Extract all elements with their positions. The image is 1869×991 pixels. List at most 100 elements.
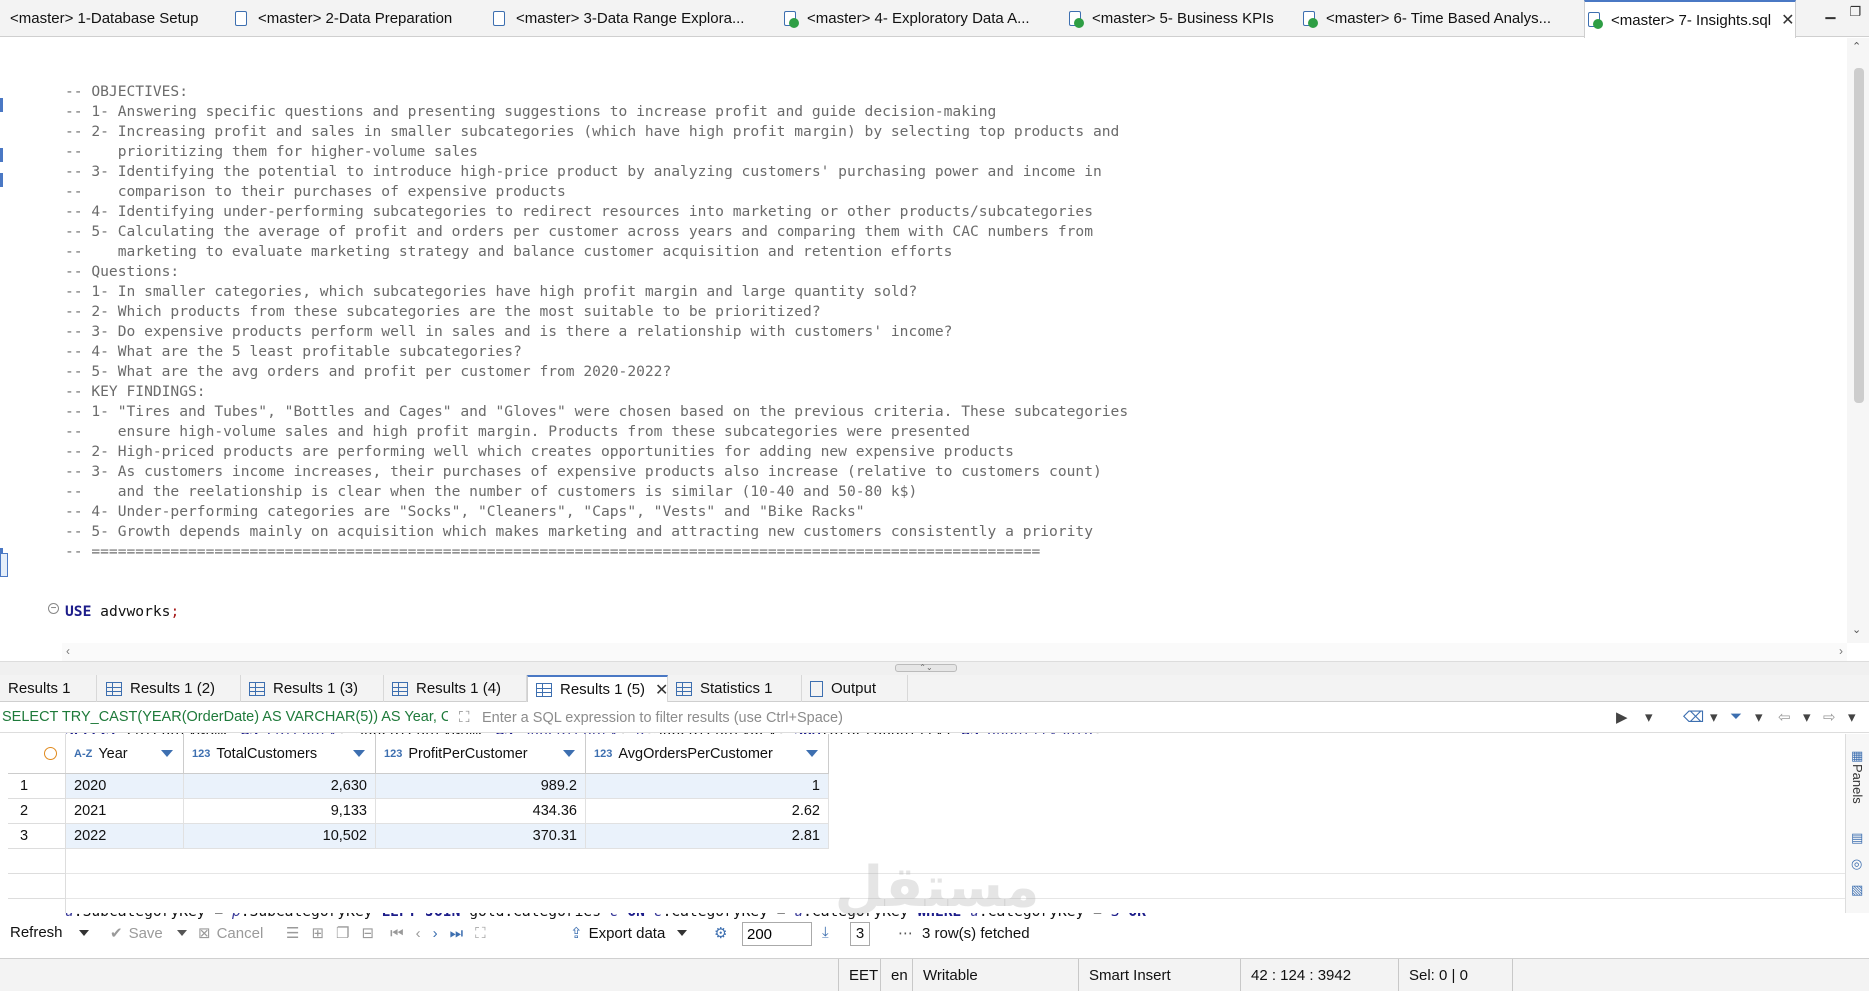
table-cell[interactable]: 2.62 bbox=[586, 799, 829, 824]
scroll-thumb[interactable] bbox=[1854, 68, 1864, 403]
table-cell[interactable]: 370.31 bbox=[376, 824, 586, 849]
sort-icon[interactable] bbox=[161, 750, 173, 757]
tab-results-1-3[interactable]: Results 1 (3) bbox=[241, 675, 384, 702]
delete-row-icon[interactable]: ⊟ bbox=[361, 924, 374, 942]
scroll-up-icon[interactable]: ⌃ bbox=[1852, 40, 1861, 53]
chevron-down-icon[interactable] bbox=[176, 930, 187, 936]
prev-page-icon[interactable]: ‹ bbox=[416, 925, 421, 942]
row-number[interactable]: 3 bbox=[8, 824, 66, 849]
chevron-down-icon[interactable] bbox=[677, 930, 688, 936]
column-header-avgorderspercustomer[interactable]: 123 AvgOrdersPerCustomer bbox=[586, 734, 829, 774]
fetch-all-icon[interactable]: ⛶ bbox=[475, 925, 486, 942]
tab-exploratory-data-analysis[interactable]: <master> 4- Exploratory Data A... bbox=[783, 0, 1069, 37]
forward-icon[interactable]: ⇨ bbox=[1823, 708, 1836, 726]
record-icon[interactable]: ◎ bbox=[1851, 856, 1862, 872]
sort-icon[interactable] bbox=[563, 750, 575, 757]
apply-filter-icon[interactable]: ▶ bbox=[1616, 708, 1628, 726]
row-limit-input[interactable] bbox=[742, 922, 812, 946]
filter-history-icon[interactable]: ▾ bbox=[1645, 708, 1653, 726]
tab-label: Results 1 (3) bbox=[273, 680, 359, 697]
sort-icon[interactable] bbox=[806, 750, 818, 757]
panels-icon[interactable]: ▦ bbox=[1851, 748, 1863, 764]
chevron-down-icon[interactable]: ▾ bbox=[1755, 708, 1763, 726]
chevron-down-icon[interactable]: ▾ bbox=[1803, 708, 1811, 726]
scroll-right-icon[interactable]: › bbox=[1839, 644, 1843, 658]
last-page-icon[interactable]: ⏭ bbox=[450, 925, 464, 942]
back-icon[interactable]: ⇦ bbox=[1778, 708, 1791, 726]
tab-results-1-2[interactable]: Results 1 (2) bbox=[98, 675, 241, 702]
table-cell[interactable]: 9,133 bbox=[184, 799, 376, 824]
tab-results-1-4[interactable]: Results 1 (4) bbox=[384, 675, 527, 702]
horizontal-scrollbar[interactable]: ‹ › bbox=[62, 643, 1847, 661]
cancel-label: Cancel bbox=[216, 924, 264, 942]
tab-time-based-analysis[interactable]: <master> 6- Time Based Analys... bbox=[1302, 0, 1584, 37]
edit-mode-indicator: Writable bbox=[912, 959, 1078, 991]
scroll-down-icon[interactable]: ⌄ bbox=[1852, 623, 1861, 636]
scroll-left-icon[interactable]: ‹ bbox=[66, 644, 70, 658]
insert-mode-indicator[interactable]: Smart Insert bbox=[1078, 959, 1240, 991]
tab-results-1-5[interactable]: Results 1 (5) ✕ bbox=[527, 675, 668, 702]
vertical-scrollbar[interactable]: ⌃ ⌄ bbox=[1847, 38, 1869, 643]
code-comment-line: -- 3- As customers income increases, the… bbox=[65, 463, 1102, 480]
tab-database-setup[interactable]: <master> 1-Database Setup bbox=[0, 0, 232, 37]
save-button[interactable]: ✔ Save bbox=[110, 924, 187, 942]
select-all-icon[interactable] bbox=[44, 747, 57, 760]
table-cell[interactable]: 434.36 bbox=[376, 799, 586, 824]
filter-input[interactable] bbox=[482, 706, 1594, 730]
splitter-handle[interactable]: ⌃⌄ bbox=[895, 664, 957, 672]
filter-expand-icon[interactable]: ⛶ bbox=[459, 709, 470, 726]
active-query-text[interactable]: SELECT TRY_CAST(YEAR(OrderDate) AS VARCH… bbox=[2, 709, 448, 725]
fold-toggle-icon[interactable]: − bbox=[48, 603, 59, 614]
panels-label[interactable]: Panels bbox=[1850, 764, 1865, 804]
more-icon[interactable]: ⋯ bbox=[898, 924, 913, 942]
minimize-icon[interactable]: ▁ bbox=[1825, 4, 1835, 20]
panel-splitter[interactable]: ⌃⌄ bbox=[0, 661, 1869, 675]
close-icon[interactable]: ✕ bbox=[655, 680, 668, 700]
grid-layout-icon[interactable]: ▤ bbox=[1851, 830, 1863, 846]
column-header-profitpercustomer[interactable]: 123 ProfitPerCustomer bbox=[376, 734, 586, 774]
tab-business-kpis[interactable]: <master> 5- Business KPIs bbox=[1068, 0, 1302, 37]
table-cell[interactable]: 2020 bbox=[66, 774, 184, 799]
maximize-icon[interactable]: ❐ bbox=[1849, 4, 1861, 20]
export-data-button[interactable]: ⇪ Export data bbox=[570, 924, 688, 942]
cancel-button[interactable]: ⊠ Cancel bbox=[198, 924, 264, 943]
sort-icon[interactable] bbox=[353, 750, 365, 757]
table-cell[interactable]: 2022 bbox=[66, 824, 184, 849]
tab-insights[interactable]: <master> 7- Insights.sql ✕ bbox=[1584, 0, 1796, 38]
table-cell[interactable]: 989.2 bbox=[376, 774, 586, 799]
sql-editor[interactable]: -- OBJECTIVES: -- 1- Answering specific q… bbox=[0, 38, 1869, 920]
table-cell[interactable]: 2.81 bbox=[586, 824, 829, 849]
chevron-down-icon[interactable]: ▾ bbox=[1848, 708, 1856, 726]
column-header-year[interactable]: A-Z Year bbox=[66, 734, 184, 774]
results-grid[interactable]: 1 2 3 A-Z Year 123 TotalCustomers 123 Pr… bbox=[0, 734, 1845, 913]
edit-row-icon[interactable]: ☰ bbox=[286, 924, 299, 942]
copy-row-icon[interactable]: ❐ bbox=[336, 924, 349, 942]
code-comment-line: -- 2- Increasing profit and sales in sma… bbox=[65, 123, 1120, 140]
refresh-button[interactable]: Refresh bbox=[10, 924, 89, 941]
tab-data-preparation[interactable]: <master> 2-Data Preparation bbox=[234, 0, 492, 37]
chevron-down-icon[interactable]: ▾ bbox=[1710, 708, 1718, 726]
table-cell[interactable]: 2,630 bbox=[184, 774, 376, 799]
add-row-icon[interactable]: ⊞ bbox=[311, 924, 324, 942]
row-number[interactable]: 1 bbox=[8, 774, 66, 799]
column-header-totalcustomers[interactable]: 123 TotalCustomers bbox=[184, 734, 376, 774]
eraser-icon[interactable]: ⌫ bbox=[1683, 708, 1704, 726]
chevron-down-icon[interactable] bbox=[78, 929, 89, 936]
table-cell[interactable]: 10,502 bbox=[184, 824, 376, 849]
first-page-icon[interactable]: ⏮ bbox=[390, 925, 404, 942]
table-cell[interactable]: 1 bbox=[586, 774, 829, 799]
row-count-icon[interactable]: ⤓ bbox=[822, 924, 829, 941]
tab-label: <master> 5- Business KPIs bbox=[1092, 10, 1274, 27]
close-icon[interactable]: ✕ bbox=[1781, 10, 1794, 30]
next-page-icon[interactable]: › bbox=[433, 925, 438, 942]
grid-corner[interactable] bbox=[8, 734, 66, 774]
chart-icon[interactable]: ▧ bbox=[1851, 882, 1863, 898]
funnel-icon[interactable]: ⏷ bbox=[1730, 708, 1742, 725]
tab-statistics-1[interactable]: Statistics 1 bbox=[668, 675, 802, 702]
table-cell[interactable]: 2021 bbox=[66, 799, 184, 824]
tab-results-1[interactable]: Results 1 bbox=[0, 675, 97, 702]
tab-data-range-exploration[interactable]: <master> 3-Data Range Explora... bbox=[492, 0, 782, 37]
row-number[interactable]: 2 bbox=[8, 799, 66, 824]
tab-output[interactable]: Output bbox=[802, 675, 908, 702]
gear-icon[interactable]: ⚙ bbox=[714, 924, 727, 942]
